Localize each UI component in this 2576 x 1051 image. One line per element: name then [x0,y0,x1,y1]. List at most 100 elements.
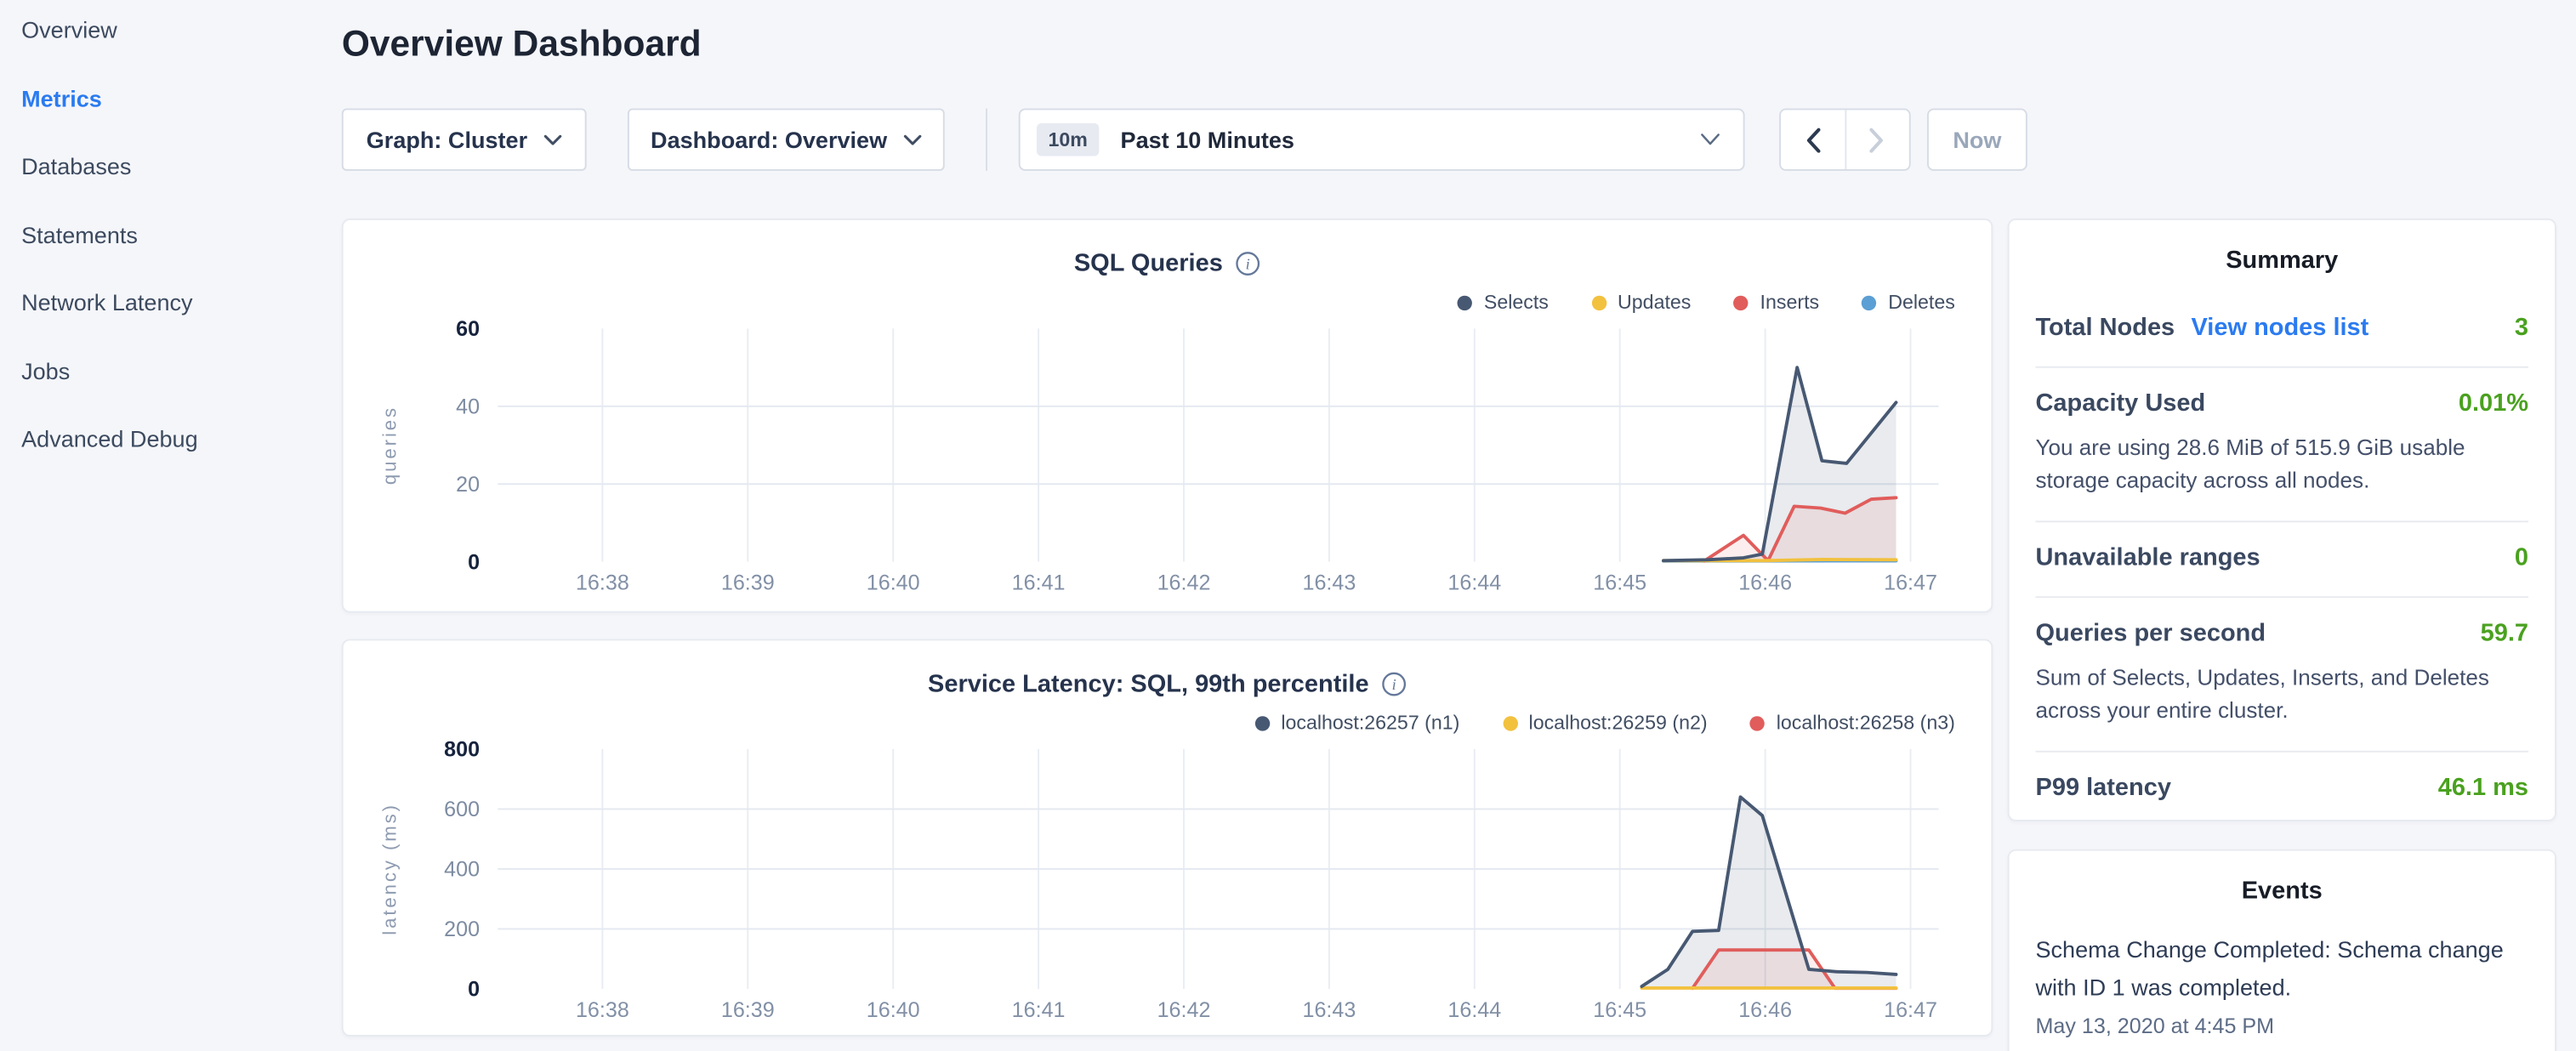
svg-text:16:40: 16:40 [867,571,920,595]
svg-text:16:39: 16:39 [721,998,775,1022]
legend-item: Updates [1591,291,1691,314]
view-nodes-list-link[interactable]: View nodes list [2192,314,2369,342]
svg-text:16:39: 16:39 [721,571,775,595]
summary-title: Summary [2036,220,2529,314]
svg-text:16:41: 16:41 [1012,571,1066,595]
time-back-button[interactable] [1781,110,1844,169]
chevron-down-icon [903,134,921,145]
summary-value: 46.1 ms [2438,774,2528,802]
sidebar-item-overview[interactable]: Overview [21,16,117,43]
legend-dot [1734,295,1749,310]
svg-text:400: 400 [444,858,480,882]
chevron-down-icon [1700,133,1720,145]
svg-text:16:40: 16:40 [867,998,920,1022]
events-panel: Events Schema Change Completed: Schema c… [2008,849,2556,1051]
event-item[interactable]: Schema Change Completed: Schema change w… [2036,931,2529,1038]
svg-text:16:38: 16:38 [576,998,629,1022]
svg-text:16:42: 16:42 [1157,571,1211,595]
svg-text:16:42: 16:42 [1157,998,1211,1022]
chart-legend: localhost:26257 (n1) localhost:26259 (n2… [370,710,1955,736]
svg-text:16:43: 16:43 [1302,571,1356,595]
chart-title: Service Latency: SQL, 99th percentile [928,669,1369,697]
sidebar-item-network-latency[interactable]: Network Latency [21,289,192,315]
time-range-label: Past 10 Minutes [1121,127,1294,153]
svg-text:16:45: 16:45 [1593,571,1646,595]
legend-label: Deletes [1888,291,1955,314]
sql-queries-plot: 16:3816:3916:4016:4116:4216:4316:4416:45… [370,319,1965,605]
legend-item: Selects [1458,291,1549,314]
svg-text:16:47: 16:47 [1884,571,1937,595]
sidebar-item-advanced-debug[interactable]: Advanced Debug [21,425,198,452]
sidebar-item-metrics[interactable]: Metrics [21,85,102,111]
sidebar-item-jobs[interactable]: Jobs [21,358,70,384]
svg-text:latency (ms): latency (ms) [379,803,401,935]
svg-text:600: 600 [444,798,480,821]
time-forward-button[interactable] [1844,110,1908,169]
summary-value: 59.7 [2481,620,2528,648]
info-icon[interactable]: i [1236,251,1260,276]
legend-item: Deletes [1862,291,1955,314]
sidebar-item-statements[interactable]: Statements [21,222,138,248]
events-title: Events [2036,851,2529,929]
summary-label: Queries per second [2036,620,2266,648]
info-icon[interactable]: i [1382,671,1407,696]
sidebar-item-databases[interactable]: Databases [21,153,131,179]
legend-dot [1503,715,1517,730]
summary-row-capacity-used: Capacity Used 0.01% You are using 28.6 M… [2036,368,2529,523]
legend-label: Inserts [1760,291,1820,314]
event-timestamp: May 13, 2020 at 4:45 PM [2036,1014,2529,1039]
summary-label: Capacity Used [2036,389,2206,418]
now-button[interactable]: Now [1927,108,2027,170]
legend-label: localhost:26259 (n2) [1529,711,1708,734]
svg-text:40: 40 [456,395,480,418]
chevron-left-icon [1805,128,1820,152]
svg-text:16:46: 16:46 [1738,998,1792,1022]
svg-text:queries: queries [379,406,401,485]
summary-row-queries-per-second: Queries per second 59.7 Sum of Selects, … [2036,598,2529,753]
legend-dot [1254,715,1269,730]
summary-label: P99 latency [2036,774,2171,802]
svg-text:200: 200 [444,917,480,941]
legend-item: localhost:26257 (n1) [1254,711,1459,734]
event-text: Schema Change Completed: Schema change w… [2036,931,2529,1006]
summary-subtext: Sum of Selects, Updates, Inserts, and De… [2036,662,2529,727]
svg-text:60: 60 [456,319,480,341]
summary-row-unavailable-ranges: Unavailable ranges 0 [2036,523,2529,599]
header-divider [986,108,987,170]
svg-text:16:44: 16:44 [1447,571,1501,595]
time-step-buttons [1779,108,1911,170]
legend-dot [1862,295,1876,310]
summary-value: 0 [2515,544,2528,572]
summary-panel: Summary Total Nodes View nodes list 3 Ca… [2008,219,2556,821]
legend-item: localhost:26258 (n3) [1750,711,1955,734]
svg-text:0: 0 [468,550,480,574]
svg-text:16:47: 16:47 [1884,998,1937,1022]
legend-item: Inserts [1734,291,1819,314]
svg-text:800: 800 [444,739,480,761]
time-range-select[interactable]: 10m Past 10 Minutes [1019,108,1745,170]
summary-row-total-nodes: Total Nodes View nodes list 3 [2036,314,2529,368]
legend-label: localhost:26257 (n1) [1281,711,1459,734]
svg-text:16:41: 16:41 [1012,998,1066,1022]
svg-text:20: 20 [456,473,480,497]
service-latency-plot: 16:3816:3916:4016:4116:4216:4316:4416:45… [370,739,1965,1031]
chart-title: SQL Queries [1074,249,1223,277]
dashboard-select-label: Dashboard: Overview [651,127,887,153]
chart-legend: Selects Updates Inserts Deletes [370,289,1955,315]
svg-text:i: i [1392,675,1396,692]
svg-text:16:44: 16:44 [1447,998,1501,1022]
legend-label: Updates [1618,291,1691,314]
legend-label: Selects [1484,291,1549,314]
graph-scope-label: Graph: Cluster [367,127,527,153]
svg-text:0: 0 [468,978,480,1002]
summary-label: Unavailable ranges [2036,544,2260,572]
summary-value: 0.01% [2459,389,2528,418]
graph-scope-select[interactable]: Graph: Cluster [342,108,587,170]
summary-row-p99-latency: P99 latency 46.1 ms [2036,753,2529,827]
dashboard-select[interactable]: Dashboard: Overview [628,108,945,170]
page-title: Overview Dashboard [342,23,702,65]
svg-text:i: i [1246,254,1250,271]
legend-dot [1591,295,1606,310]
chevron-right-icon [1870,128,1885,152]
summary-value: 3 [2515,314,2528,342]
